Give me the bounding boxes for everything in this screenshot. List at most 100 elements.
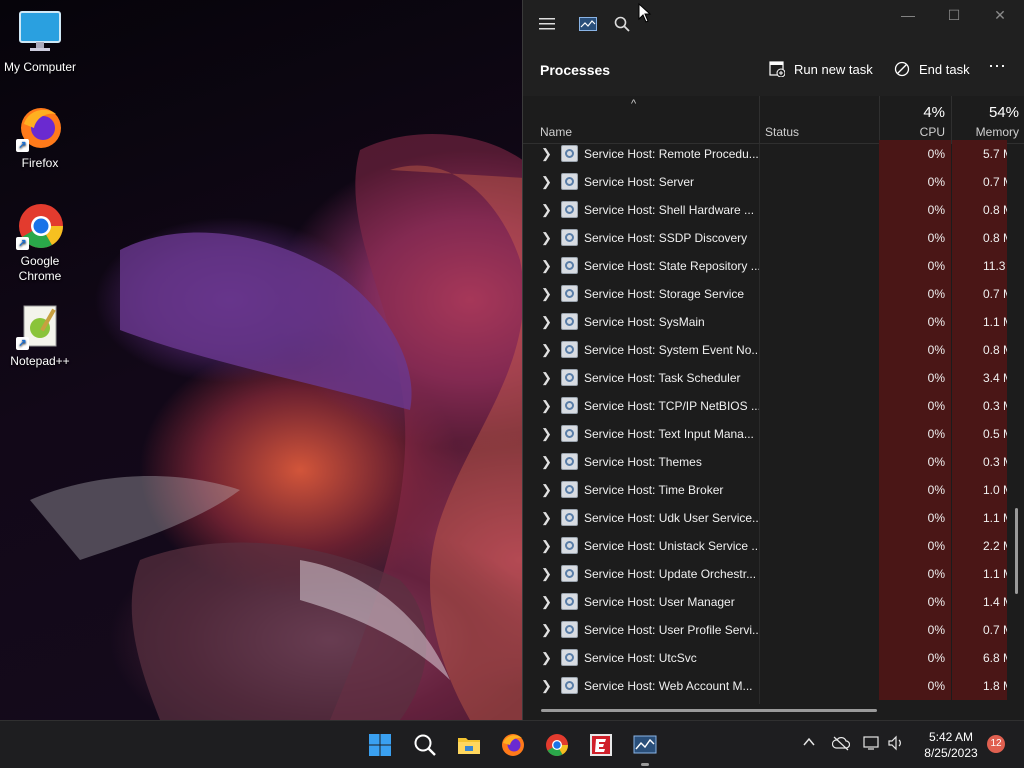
chevron-right-icon[interactable]: ❯ <box>541 230 553 245</box>
chevron-right-icon[interactable]: ❯ <box>541 510 553 525</box>
process-row[interactable]: ❯ Service Host: SysMain 0%1.1 M <box>523 308 1024 336</box>
process-name: Service Host: SSDP Discovery <box>584 231 748 245</box>
process-name: Service Host: Themes <box>584 455 702 469</box>
more-options-button[interactable]: ⋯ <box>988 56 1006 77</box>
process-row[interactable]: ❯ Service Host: Shell Hardware ... 0%0.8 M <box>523 196 1024 224</box>
task-manager-window: — ☐ ✕ Processes Run new task End task ⋯ … <box>522 0 1024 720</box>
cpu-total-percent: 4% <box>923 104 945 121</box>
process-row[interactable]: ❯ Service Host: SSDP Discovery 0%0.8 M <box>523 224 1024 252</box>
shortcut-arrow-icon: ↗ <box>16 237 29 250</box>
firefox-icon[interactable] <box>499 731 527 759</box>
chevron-right-icon[interactable]: ❯ <box>541 342 553 357</box>
column-header-memory[interactable]: 54% Memory <box>952 96 1024 144</box>
process-row[interactable]: ❯ Service Host: Update Orchestr... 0%1.1 M <box>523 560 1024 588</box>
chevron-right-icon[interactable]: ❯ <box>541 594 553 609</box>
process-row[interactable]: ❯ Service Host: Task Scheduler 0%3.4 M <box>523 364 1024 392</box>
clock-time: 5:42 AM <box>928 730 974 744</box>
desktop-icon-my-computer[interactable]: My Computer <box>0 8 80 75</box>
process-memory: 1.8 M <box>952 672 1007 700</box>
process-row[interactable]: ❯ Service Host: Server 0%0.7 M <box>523 168 1024 196</box>
process-memory: 0.7 M <box>952 616 1007 644</box>
column-memory-label: Memory <box>975 125 1019 139</box>
process-cpu: 0% <box>879 532 951 560</box>
end-task-button[interactable]: End task <box>893 60 970 78</box>
process-memory: 0.8 M <box>952 196 1007 224</box>
horizontal-scrollbar[interactable] <box>541 709 877 712</box>
chevron-right-icon[interactable]: ❯ <box>541 482 553 497</box>
chevron-right-icon[interactable]: ❯ <box>541 258 553 273</box>
process-row[interactable]: ❯ Service Host: User Profile Servi... 0% 0.… <box>523 616 1024 644</box>
process-row[interactable]: ❯ Service Host: UtcSvc 0%6.8 M <box>523 644 1024 672</box>
run-new-task-label: Run new task <box>794 61 873 77</box>
process-row[interactable]: ❯ Service Host: TCP/IP NetBIOS ... 0%0.3 M <box>523 392 1024 420</box>
vertical-scrollbar[interactable] <box>1015 508 1018 594</box>
process-row[interactable]: ❯ Service Host: Text Input Mana... 0%0.5 M <box>523 420 1024 448</box>
chevron-right-icon[interactable]: ❯ <box>541 314 553 329</box>
chevron-right-icon[interactable]: ❯ <box>541 566 553 581</box>
chevron-right-icon[interactable]: ❯ <box>541 398 553 413</box>
windows-start-icon[interactable] <box>366 731 394 759</box>
process-row[interactable]: ❯ Service Host: User Manager 0%1.4 M <box>523 588 1024 616</box>
process-row[interactable]: ❯ Service Host: Unistack Service ... 0% 2.2… <box>523 532 1024 560</box>
search-icon[interactable] <box>608 10 636 38</box>
mouse-cursor-icon <box>638 3 652 23</box>
process-cpu: 0% <box>879 280 951 308</box>
run-new-task-button[interactable]: Run new task <box>768 60 873 78</box>
hamburger-menu-icon[interactable] <box>533 10 561 38</box>
chevron-right-icon[interactable]: ❯ <box>541 174 553 189</box>
process-name: Service Host: Time Broker <box>584 483 724 497</box>
chevron-right-icon[interactable]: ❯ <box>541 622 553 637</box>
chevron-right-icon[interactable]: ❯ <box>541 202 553 217</box>
process-row[interactable]: ❯ Service Host: Udk User Service... 0% 1.1 … <box>523 504 1024 532</box>
notification-badge[interactable]: 12 <box>987 735 1005 753</box>
page-title: Processes <box>540 62 611 78</box>
process-row[interactable]: ❯ Service Host: Storage Service 0%0.7 M <box>523 280 1024 308</box>
process-row[interactable]: ❯ Service Host: Themes 0%0.3 M <box>523 448 1024 476</box>
file-explorer-icon[interactable] <box>455 731 483 759</box>
desktop-icon-notepadpp[interactable]: ↗ Notepad++ <box>0 302 80 369</box>
search-icon[interactable] <box>411 731 439 759</box>
process-memory: 1.4 M <box>952 588 1007 616</box>
close-button[interactable]: ✕ <box>977 0 1023 30</box>
process-row[interactable]: ❯ Service Host: Time Broker 0%1.0 M <box>523 476 1024 504</box>
process-name: Service Host: SysMain <box>584 315 705 329</box>
chevron-right-icon[interactable]: ❯ <box>541 538 553 553</box>
desktop-icon-firefox[interactable]: ↗ Firefox <box>0 104 80 171</box>
network-icon[interactable] <box>863 735 881 754</box>
desktop-icon-chrome[interactable]: ↗ Google Chrome <box>0 202 80 284</box>
chevron-right-icon[interactable]: ❯ <box>541 650 553 665</box>
chrome-icon[interactable] <box>543 731 571 759</box>
chevron-right-icon[interactable]: ❯ <box>541 146 553 161</box>
chevron-right-icon[interactable]: ❯ <box>541 370 553 385</box>
process-row[interactable]: ❯ Service Host: Web Account M... 0%1.8 M <box>523 672 1024 700</box>
column-header-cpu[interactable]: 4% CPU <box>879 96 951 144</box>
service-host-icon <box>561 341 578 358</box>
process-cpu: 0% <box>879 336 951 364</box>
app-red-icon[interactable] <box>587 731 615 759</box>
process-row[interactable]: ❯ Service Host: State Repository ... 0% 11.… <box>523 252 1024 280</box>
volume-icon[interactable] <box>888 735 906 754</box>
maximize-button[interactable]: ☐ <box>931 0 977 30</box>
chevron-right-icon[interactable]: ❯ <box>541 678 553 693</box>
process-memory: 1.1 M <box>952 308 1007 336</box>
service-host-icon <box>561 313 578 330</box>
process-row[interactable]: ❯ Service Host: Remote Procedu... 0%5.7 M <box>523 140 1024 168</box>
minimize-button[interactable]: — <box>885 0 931 30</box>
column-header-status[interactable]: Status <box>759 96 879 144</box>
chevron-right-icon[interactable]: ❯ <box>541 426 553 441</box>
column-header-name[interactable]: Name <box>523 96 759 144</box>
chevron-up-icon[interactable] <box>802 735 816 752</box>
column-divider <box>759 96 760 144</box>
task-manager-icon[interactable] <box>631 731 659 759</box>
column-status-label: Status <box>765 125 800 139</box>
cloud-offline-icon[interactable] <box>831 735 851 754</box>
process-list: ❯Service Host: Remote Procedu...0%5.7 M❯… <box>523 140 1024 700</box>
chevron-right-icon[interactable]: ❯ <box>541 454 553 469</box>
chevron-right-icon[interactable]: ❯ <box>541 286 553 301</box>
system-clock[interactable]: 5:42 AM 8/25/2023 <box>916 729 986 761</box>
process-name: Service Host: User Manager <box>584 595 735 609</box>
performance-icon[interactable] <box>574 10 602 38</box>
service-host-icon <box>561 453 578 470</box>
service-host-icon <box>561 565 578 582</box>
process-row[interactable]: ❯ Service Host: System Event No... 0%0.8 M <box>523 336 1024 364</box>
